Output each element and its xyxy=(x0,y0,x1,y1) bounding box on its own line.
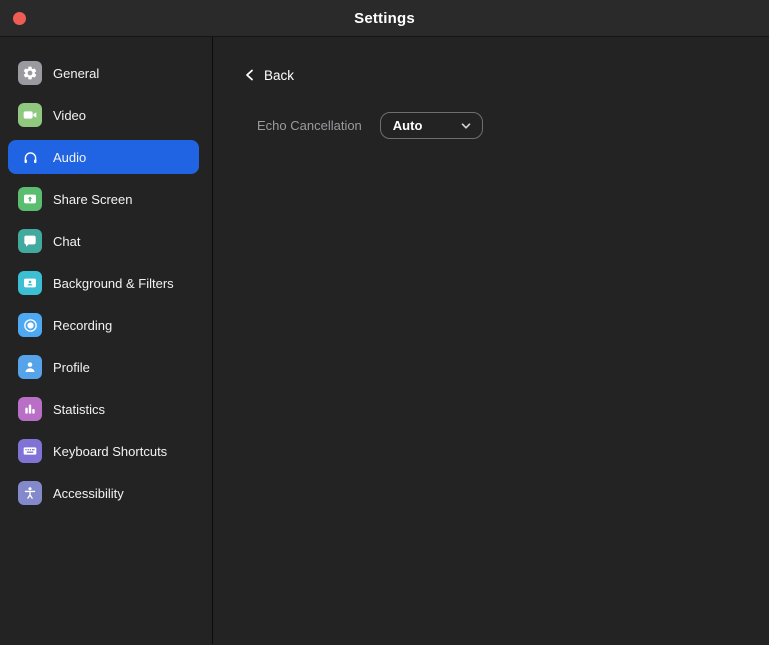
bar-chart-icon xyxy=(18,397,42,421)
sidebar-item-label: Profile xyxy=(53,359,90,375)
settings-sidebar: General Video Audio Share Screen Chat Ba… xyxy=(0,37,213,644)
settings-content-pane: Back Echo Cancellation Auto xyxy=(213,37,769,644)
background-filters-icon xyxy=(18,271,42,295)
chat-bubble-icon xyxy=(18,229,42,253)
sidebar-item-label: Statistics xyxy=(53,401,106,417)
window-title: Settings xyxy=(354,9,415,27)
back-button[interactable]: Back xyxy=(244,65,294,85)
close-button[interactable] xyxy=(13,12,26,25)
share-screen-icon xyxy=(18,187,42,211)
sidebar-item-general[interactable]: General xyxy=(8,56,199,90)
gear-icon xyxy=(18,61,42,85)
sidebar-item-label: Audio xyxy=(53,149,87,165)
profile-icon xyxy=(18,355,42,379)
accessibility-icon xyxy=(18,481,42,505)
sidebar-item-profile[interactable]: Profile xyxy=(8,350,199,384)
sidebar-item-keyboard-shortcuts[interactable]: Keyboard Shortcuts xyxy=(8,434,199,468)
sidebar-item-label: Chat xyxy=(53,233,81,249)
video-camera-icon xyxy=(18,103,42,127)
sidebar-item-audio[interactable]: Audio xyxy=(8,140,199,174)
sidebar-item-label: Recording xyxy=(53,317,113,333)
sidebar-item-chat[interactable]: Chat xyxy=(8,224,199,258)
echo-cancellation-row: Echo Cancellation Auto xyxy=(257,112,769,139)
sidebar-item-share-screen[interactable]: Share Screen xyxy=(8,182,199,216)
keyboard-icon xyxy=(18,439,42,463)
sidebar-item-label: Keyboard Shortcuts xyxy=(53,443,168,459)
dropdown-selected-value: Auto xyxy=(392,118,423,133)
title-bar: Settings xyxy=(0,0,769,37)
headphones-icon xyxy=(18,145,42,169)
back-label: Back xyxy=(264,67,295,83)
record-icon xyxy=(18,313,42,337)
echo-cancellation-label: Echo Cancellation xyxy=(257,118,362,133)
sidebar-item-label: Video xyxy=(53,107,87,123)
chevron-down-icon xyxy=(461,122,471,129)
chevron-left-icon xyxy=(246,69,253,81)
echo-cancellation-dropdown[interactable]: Auto xyxy=(379,112,483,139)
sidebar-item-label: Background & Filters xyxy=(53,275,174,291)
sidebar-item-label: Accessibility xyxy=(53,485,124,501)
sidebar-item-statistics[interactable]: Statistics xyxy=(8,392,199,426)
sidebar-item-label: Share Screen xyxy=(53,191,133,207)
sidebar-item-background-filters[interactable]: Background & Filters xyxy=(8,266,199,300)
sidebar-item-accessibility[interactable]: Accessibility xyxy=(8,476,199,510)
sidebar-item-video[interactable]: Video xyxy=(8,98,199,132)
sidebar-item-label: General xyxy=(53,65,100,81)
sidebar-item-recording[interactable]: Recording xyxy=(8,308,199,342)
